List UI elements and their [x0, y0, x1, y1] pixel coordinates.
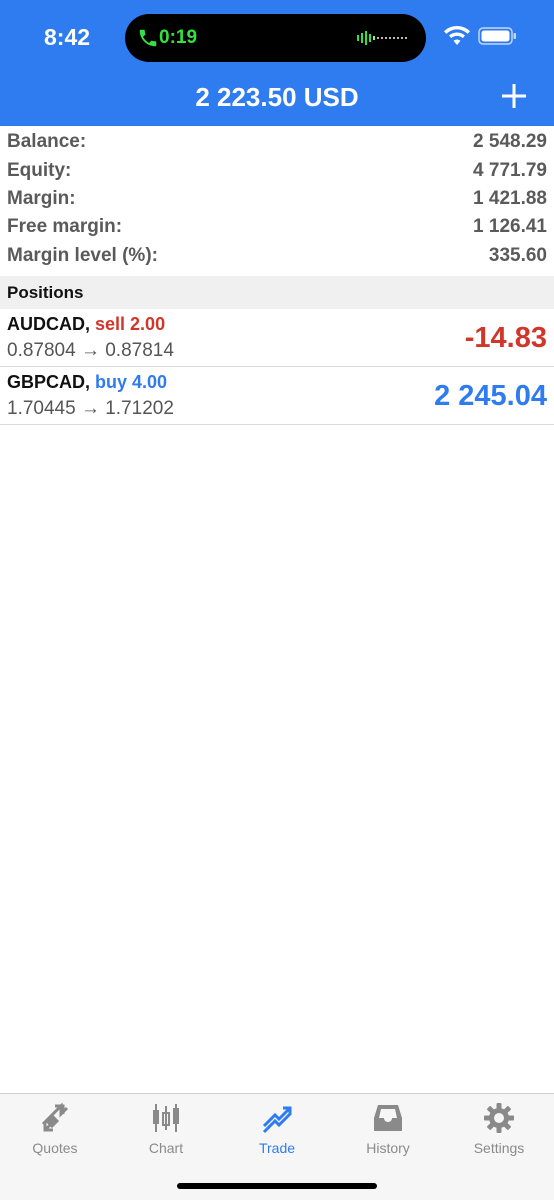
summary-label: Margin level (%):: [7, 244, 158, 266]
position-title: GBPCAD, buy 4.00: [7, 372, 167, 393]
position-profit: 2 245.04: [434, 380, 547, 412]
summary-label: Margin:: [7, 187, 76, 209]
tab-quotes[interactable]: Quotes: [0, 1094, 110, 1164]
tab-settings[interactable]: Settings: [444, 1094, 554, 1164]
tab-label: Quotes: [32, 1140, 78, 1156]
plus-icon[interactable]: [498, 80, 530, 112]
call-duration: 0:19: [159, 27, 198, 48]
wifi-icon: [444, 26, 470, 45]
summary-value: 335.60: [488, 244, 547, 266]
summary-row-margin-level: Margin level (%): 335.60: [0, 242, 554, 270]
summary-row-balance: Balance: 2 548.29: [0, 128, 554, 156]
candlestick-chart-icon: [153, 1104, 179, 1132]
summary-label: Free margin:: [7, 216, 123, 238]
positions-section-header: Positions: [0, 276, 554, 309]
account-equity-title: 2 223.50 USD: [195, 82, 359, 112]
position-title: AUDCAD, sell 2.00: [7, 314, 165, 335]
phone-icon: [139, 29, 157, 47]
position-row-gbpcad[interactable]: GBPCAD, buy 4.00 1.70445 → 1.71202 2 245…: [0, 367, 554, 425]
gear-icon: [484, 1103, 514, 1133]
battery-icon: [478, 27, 516, 45]
position-symbol: GBPCAD,: [7, 372, 91, 392]
summary-row-equity: Equity: 4 771.79: [0, 156, 554, 184]
dynamic-island-call[interactable]: 0:19: [125, 14, 426, 62]
tab-chart[interactable]: Chart: [111, 1094, 221, 1164]
status-time: 8:42: [44, 24, 91, 50]
account-summary: Balance: 2 548.29 Equity: 4 771.79 Margi…: [0, 128, 554, 270]
position-row-audcad[interactable]: AUDCAD, sell 2.00 0.87804 → 0.87814 -14.…: [0, 309, 554, 367]
position-profit: -14.83: [464, 322, 547, 354]
tab-trade[interactable]: Trade: [222, 1094, 332, 1164]
summary-label: Equity:: [7, 159, 72, 181]
status-bar: 8:42 0:19: [0, 0, 554, 78]
tab-label: History: [366, 1140, 410, 1156]
summary-row-margin: Margin: 1 421.88: [0, 185, 554, 213]
audio-waveform-icon: [357, 31, 407, 45]
position-side: buy 4.00: [95, 372, 168, 392]
tab-label: Settings: [473, 1140, 525, 1156]
position-prices: 0.87804 → 0.87814: [7, 340, 174, 361]
summary-value: 2 548.29: [473, 131, 547, 153]
history-inbox-icon: [374, 1105, 402, 1131]
summary-value: 1 126.41: [473, 216, 547, 238]
trade-trend-icon: [262, 1106, 292, 1134]
home-indicator[interactable]: [177, 1183, 377, 1189]
summary-row-free-margin: Free margin: 1 126.41: [0, 213, 554, 241]
tab-label: Chart: [148, 1140, 184, 1156]
position-symbol: AUDCAD,: [7, 314, 90, 334]
summary-value: 4 771.79: [473, 159, 547, 181]
tab-label: Trade: [258, 1140, 296, 1156]
summary-label: Balance:: [7, 131, 87, 153]
quotes-arrows-icon: [41, 1102, 69, 1132]
summary-value: 1 421.88: [473, 187, 547, 209]
position-prices: 1.70445 → 1.71202: [7, 398, 174, 419]
position-side: sell 2.00: [95, 314, 166, 334]
tab-history[interactable]: History: [333, 1094, 443, 1164]
